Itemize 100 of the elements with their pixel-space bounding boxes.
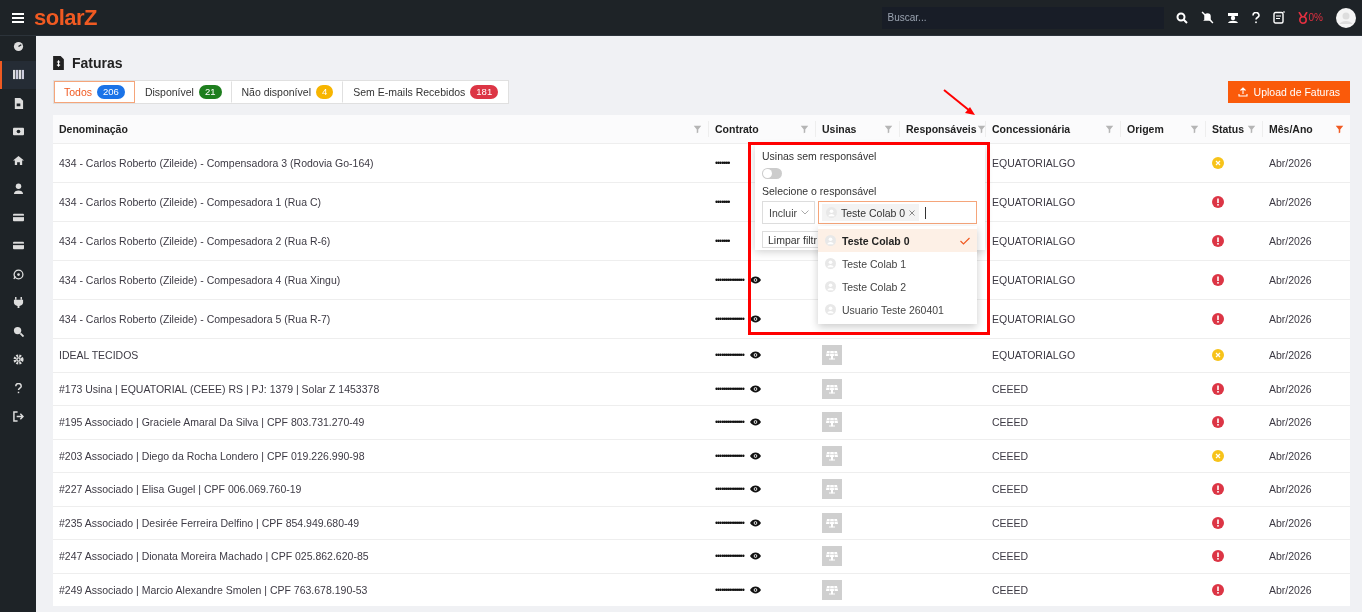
- filter-tab[interactable]: Não disponível 4: [231, 81, 344, 103]
- search-field[interactable]: Buscar...: [881, 6, 1164, 29]
- solar-panel-thumbnail[interactable]: [822, 445, 842, 466]
- error-status-icon: [1212, 583, 1224, 596]
- toggle-switch[interactable]: [762, 168, 782, 179]
- masked-contract: •••••••: [715, 158, 730, 168]
- search-icon: [12, 325, 24, 337]
- solar-panel-icon: [826, 417, 838, 428]
- error-status-icon: [1212, 516, 1224, 529]
- utility-name: CEEED: [992, 516, 1029, 529]
- solar-panel-icon: [826, 450, 838, 461]
- solar-panel-icon: [826, 517, 838, 528]
- count-badge: 206: [97, 85, 125, 99]
- bell-off-icon[interactable]: [1200, 11, 1214, 24]
- solar-panel-thumbnail[interactable]: [822, 546, 842, 567]
- dropdown-option[interactable]: Teste Colab 0: [818, 229, 977, 252]
- filter-tab[interactable]: Sem E-mails Recebidos 181: [343, 81, 509, 103]
- eye-icon[interactable]: [749, 552, 761, 561]
- toggle-label: Usinas sem responsável: [762, 149, 878, 163]
- column-header: Responsáveis: [906, 123, 977, 135]
- eye-icon[interactable]: [749, 585, 761, 594]
- filter-icon[interactable]: [1335, 124, 1344, 134]
- solar-panel-thumbnail[interactable]: [822, 345, 842, 366]
- card-icon: [12, 211, 24, 223]
- annotation-arrow: [942, 88, 978, 118]
- field-label: Selecione o responsável: [762, 184, 878, 198]
- eye-icon[interactable]: [749, 518, 761, 527]
- logout-icon: [12, 411, 24, 423]
- card-icon: [12, 240, 24, 252]
- menu-icon[interactable]: [12, 12, 24, 23]
- utility-name: EQUATORIALGO: [992, 313, 1076, 325]
- invoice-name: #249 Associado | Marcio Alexandre Smolen | CPF 763.678.190-53: [59, 583, 368, 596]
- solar-panel-thumbnail[interactable]: [822, 412, 842, 433]
- plug-icon: [12, 297, 24, 309]
- column-header: Origem: [1127, 123, 1164, 135]
- dropdown-option[interactable]: Usuario Teste 260401: [818, 298, 977, 321]
- month-year: Abr/2026: [1269, 274, 1312, 286]
- error-status-icon: [1212, 313, 1224, 325]
- utility-name: EQUATORIALGO: [992, 349, 1076, 362]
- close-icon[interactable]: [909, 209, 916, 216]
- utility-name: CEEED: [992, 416, 1029, 429]
- solar-panel-thumbnail[interactable]: [822, 579, 842, 600]
- error-status-icon: [1212, 416, 1224, 429]
- eye-icon[interactable]: [749, 315, 761, 323]
- chevron-down-icon: [801, 210, 809, 215]
- utility-name: CEEED: [992, 550, 1029, 563]
- app-logo[interactable]: solarZ: [34, 4, 98, 31]
- help-icon[interactable]: [1251, 11, 1260, 24]
- filter-tab[interactable]: Todos 206: [54, 81, 135, 103]
- dropdown-option[interactable]: Teste Colab 2: [818, 275, 977, 298]
- invoice-name: 434 - Carlos Roberto (Zileide) - Compesadora 2 (Rua R-6): [59, 235, 331, 247]
- invoice-name: 434 - Carlos Roberto (Zileide) - Compesadora 1 (Rua C): [59, 196, 322, 208]
- invoice-icon: [53, 56, 64, 70]
- column-header: Denominação: [59, 123, 128, 135]
- eye-icon[interactable]: [749, 418, 761, 427]
- eye-icon[interactable]: [749, 451, 761, 460]
- invoice-name: 434 - Carlos Roberto (Zileide) - Compesadora 4 (Rua Xingu): [59, 274, 341, 286]
- masked-contract: ••••••••••••••: [715, 383, 744, 394]
- invoice-name: #195 Associado | Graciele Amaral Da Silva | CPF 803.731.270-49: [59, 416, 365, 429]
- page-title: Faturas: [72, 55, 123, 71]
- eye-icon[interactable]: [749, 351, 761, 360]
- column-header: Usinas: [822, 123, 857, 135]
- utility-name: CEEED: [992, 483, 1029, 496]
- solar-panel-icon: [826, 383, 838, 394]
- error-status-icon: [1212, 483, 1224, 496]
- warning-status-icon: [1212, 449, 1224, 462]
- medal-icon[interactable]: [1297, 11, 1308, 24]
- solar-panel-thumbnail[interactable]: [822, 378, 842, 399]
- eye-icon[interactable]: [749, 485, 761, 494]
- month-year: Abr/2026: [1269, 235, 1312, 247]
- solar-panel-thumbnail[interactable]: [822, 479, 842, 500]
- solar-panel-icon: [826, 584, 838, 595]
- filter-tab[interactable]: Disponível 21: [134, 81, 232, 103]
- sidebar-item[interactable]: [0, 60, 36, 89]
- clipboard-icon[interactable]: [1272, 11, 1285, 24]
- search-icon[interactable]: [1175, 11, 1188, 24]
- utility-name: CEEED: [992, 449, 1029, 462]
- masked-contract: ••••••••••••••: [715, 484, 744, 495]
- solar-panel-thumbnail[interactable]: [822, 512, 842, 533]
- mode-select[interactable]: Incluir: [762, 201, 815, 224]
- check-icon: [960, 236, 970, 245]
- masked-contract: ••••••••••••••: [715, 450, 744, 461]
- responsible-select[interactable]: Teste Colab 0: [818, 201, 977, 224]
- month-year: Abr/2026: [1269, 349, 1312, 362]
- eye-icon[interactable]: [749, 384, 761, 393]
- invoice-name: #235 Associado | Desirée Ferreira Delfino | CPF 854.949.680-49: [59, 516, 360, 529]
- month-year: Abr/2026: [1269, 516, 1312, 529]
- avatar-icon: [825, 235, 836, 246]
- eye-icon[interactable]: [749, 276, 761, 284]
- avatar-icon[interactable]: [1336, 7, 1356, 28]
- count-badge: 4: [315, 85, 334, 99]
- masked-contract: ••••••••••••••: [715, 350, 744, 361]
- column-header: Status: [1212, 123, 1245, 135]
- dropdown-option[interactable]: Teste Colab 1: [818, 252, 977, 275]
- warning-status-icon: [1212, 157, 1224, 169]
- error-status-icon: [1212, 550, 1224, 563]
- masked-contract: •••••••: [715, 197, 730, 207]
- count-badge: 181: [470, 85, 499, 99]
- user-badge-icon[interactable]: [1226, 11, 1239, 24]
- utility-name: EQUATORIALGO: [992, 196, 1076, 208]
